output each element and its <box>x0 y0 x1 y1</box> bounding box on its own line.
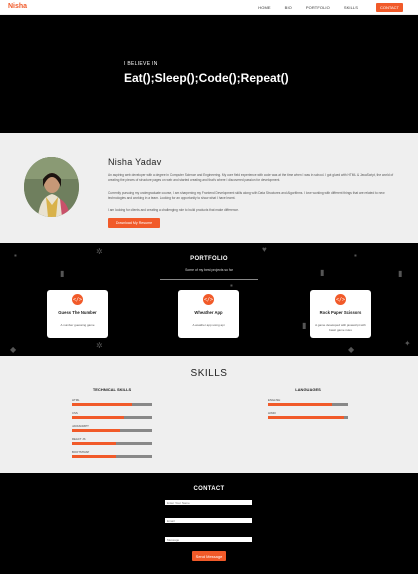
diamond-icon: ◆ <box>348 345 355 354</box>
top-navbar: Nisha HOME BIO PORTFOLIO SKILLS CONTACT <box>0 0 418 15</box>
square-icon: ▪ <box>230 281 233 290</box>
send-message-button[interactable]: Send Message <box>192 551 226 561</box>
skill-item: JAVASCRIPT <box>72 424 152 435</box>
about-paragraph-1: An aspiring web developer with a degree … <box>108 173 394 182</box>
gear-icon: ✲ <box>96 247 103 256</box>
skill-label: CSS <box>72 411 78 415</box>
skill-bar-track <box>268 416 348 419</box>
skill-label: ENGLISH <box>268 398 281 402</box>
project-card-wheather-app[interactable]: </> Wheather App A weather app using api <box>178 290 239 338</box>
nav-link-home[interactable]: HOME <box>258 5 270 10</box>
skill-bar-track <box>72 442 152 445</box>
portfolio-title: PORTFOLIO <box>190 256 228 262</box>
gear-icon: ✲ <box>96 341 103 350</box>
project-title: Wheather App <box>194 310 223 315</box>
skill-bar-fill <box>72 442 116 445</box>
skill-bar-fill <box>72 416 124 419</box>
about-paragraph-2: Currently pursuing my undergraduate cour… <box>108 191 385 200</box>
skill-bar-fill <box>72 455 116 458</box>
nav-contact-button[interactable]: CONTACT <box>376 3 403 12</box>
skill-item: CSS <box>72 411 152 422</box>
tablet-icon: ▮ <box>302 321 307 330</box>
project-description: A game developed with javascript with ba… <box>315 323 366 332</box>
download-resume-button[interactable]: Download My Resume <box>108 218 160 228</box>
project-description: A number guessing game <box>60 323 95 327</box>
skill-bar-fill <box>72 429 120 432</box>
languages-title: LANGUAGES <box>295 387 321 392</box>
contact-section: CONTACT Send Message <box>0 473 418 574</box>
skills-section: SKILLS TECHNICAL SKILLS LANGUAGES HTML CS… <box>0 356 418 473</box>
project-description: A weather app using api <box>192 323 225 327</box>
portfolio-divider <box>160 279 258 280</box>
portfolio-subtitle: Some of my best projects so far <box>185 268 233 272</box>
skill-bar-track <box>268 403 348 406</box>
skill-bar-track <box>72 403 152 406</box>
skill-bar-track <box>72 429 152 432</box>
code-icon: </> <box>72 294 83 305</box>
nav-link-portfolio[interactable]: PORTFOLIO <box>306 5 330 10</box>
avatar <box>24 157 79 217</box>
skill-bar-fill <box>268 416 344 419</box>
hero-title: Eat();Sleep();Code();Repeat() <box>124 71 289 85</box>
technical-skills-title: TECHNICAL SKILLS <box>92 387 132 392</box>
skill-item: HTML <box>72 398 152 409</box>
avatar-photo <box>24 157 79 217</box>
contact-title: CONTACT <box>193 486 225 492</box>
project-card-rock-paper-scissors[interactable]: </> Rock Paper Scissors A game developed… <box>310 290 371 338</box>
skill-bar-fill <box>72 403 132 406</box>
diamond-icon: ◆ <box>10 345 17 354</box>
skill-label: BOOTSTRAP <box>72 450 90 454</box>
hero-pretitle: I BELIEVE IN <box>124 61 158 67</box>
skill-label: JAVASCRIPT <box>72 424 89 428</box>
skill-item: ENGLISH <box>268 398 348 409</box>
code-icon: </> <box>203 294 214 305</box>
skills-title: SKILLS <box>190 368 228 379</box>
hero-section: I BELIEVE IN Eat();Sleep();Code();Repeat… <box>0 15 418 133</box>
brand-logo[interactable]: Nisha <box>8 3 27 10</box>
email-field[interactable] <box>165 518 252 523</box>
skill-item: HINDI <box>268 411 348 422</box>
project-title: Rock Paper Scissors <box>319 310 362 315</box>
star-icon: ✦ <box>404 339 411 348</box>
skill-item: REACT JS <box>72 437 152 448</box>
skill-label: REACT JS <box>72 437 86 441</box>
skill-label: HINDI <box>268 411 276 415</box>
project-title: Guess The Number <box>58 310 97 315</box>
project-card-guess-the-number[interactable]: </> Guess The Number A number guessing g… <box>47 290 108 338</box>
nav-link-bio[interactable]: BIO <box>285 5 292 10</box>
skill-label: HTML <box>72 398 80 402</box>
skill-item: BOOTSTRAP <box>72 450 152 461</box>
nav-links: HOME BIO PORTFOLIO SKILLS <box>258 5 358 10</box>
nav-link-skills[interactable]: SKILLS <box>344 5 358 10</box>
skill-bar-track <box>72 455 152 458</box>
portfolio-section: ▪ ✲ ▮ ♥ ▮ ▪ ▮ ▪ ◆ ✲ ▮ ◆ ✦ PORTFOLIO Some… <box>0 243 418 356</box>
about-section: Nisha Yadav An aspiring web developer wi… <box>0 133 418 243</box>
heart-icon: ♥ <box>262 245 267 254</box>
about-paragraph-3: I am looking for clients and creating a … <box>108 208 239 212</box>
code-icon: </> <box>335 294 346 305</box>
message-field[interactable] <box>165 537 252 542</box>
skill-bar-track <box>72 416 152 419</box>
name-field[interactable] <box>165 500 252 505</box>
skill-bar-fill <box>268 403 332 406</box>
about-name: Nisha Yadav <box>108 157 162 167</box>
